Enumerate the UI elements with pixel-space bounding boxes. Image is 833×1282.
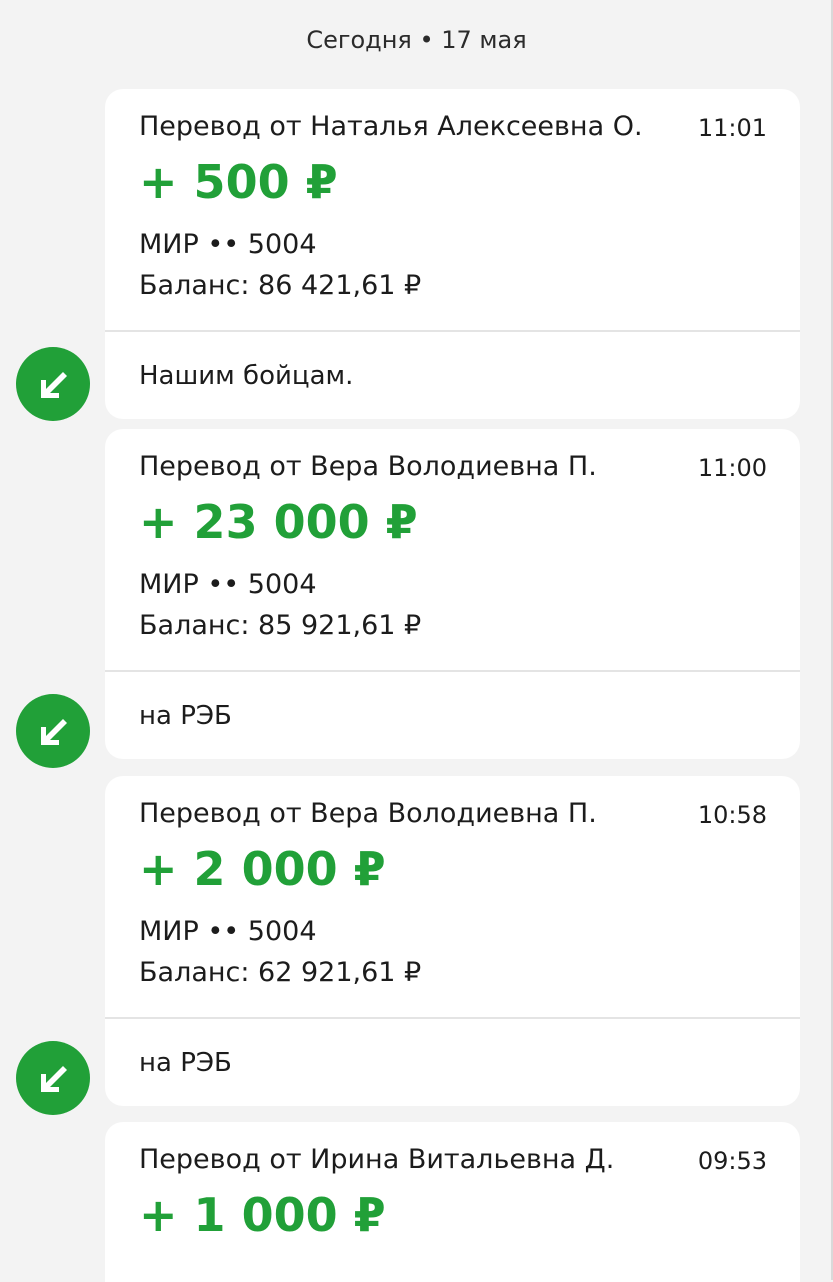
- transaction-details: Перевод от Ирина Витальевна Д. 09:53 + 1…: [105, 1122, 800, 1282]
- transaction-title: Перевод от Вера Володиевна П.: [139, 451, 597, 482]
- transaction-comment: Нашим бойцам.: [139, 360, 354, 391]
- transaction-time: 11:01: [697, 114, 767, 142]
- transaction-message[interactable]: Перевод от Ирина Витальевна Д. 09:53 + 1…: [105, 1122, 800, 1282]
- card-number: МИР •• 5004: [139, 916, 317, 947]
- account-balance: Баланс: 85 921,61 ₽: [139, 610, 422, 641]
- card-number: МИР •• 5004: [139, 569, 317, 600]
- transaction-amount: + 500 ₽: [139, 155, 338, 209]
- transaction-amount: + 2 000 ₽: [139, 842, 386, 896]
- arrow-down-left-icon: [16, 1041, 90, 1115]
- card-number: МИР •• 5004: [139, 229, 317, 260]
- transaction-title: Перевод от Наталья Алексеевна О.: [139, 111, 643, 142]
- transaction-message[interactable]: Перевод от Наталья Алексеевна О. 11:01 +…: [105, 89, 800, 419]
- transaction-message[interactable]: Перевод от Вера Володиевна П. 10:58 + 2 …: [105, 776, 800, 1106]
- transaction-title: Перевод от Вера Володиевна П.: [139, 798, 597, 829]
- transaction-details: Перевод от Вера Володиевна П. 10:58 + 2 …: [105, 776, 800, 1019]
- transaction-amount: + 23 000 ₽: [139, 495, 418, 549]
- transaction-message[interactable]: Перевод от Вера Володиевна П. 11:00 + 23…: [105, 429, 800, 759]
- transaction-details: Перевод от Наталья Алексеевна О. 11:01 +…: [105, 89, 800, 332]
- transaction-card[interactable]: Перевод от Вера Володиевна П. 10:58 + 2 …: [105, 776, 800, 1106]
- transaction-title: Перевод от Ирина Витальевна Д.: [139, 1144, 615, 1175]
- arrow-down-left-icon: [16, 347, 90, 421]
- transaction-amount: + 1 000 ₽: [139, 1188, 386, 1242]
- transaction-comment: на РЭБ: [139, 1047, 232, 1078]
- transaction-details: Перевод от Вера Володиевна П. 11:00 + 23…: [105, 429, 800, 672]
- transaction-card[interactable]: Перевод от Ирина Витальевна Д. 09:53 + 1…: [105, 1122, 800, 1282]
- transaction-time: 09:53: [697, 1147, 767, 1175]
- date-header: Сегодня • 17 мая: [306, 26, 527, 54]
- account-balance: Баланс: 86 421,61 ₽: [139, 270, 422, 301]
- arrow-down-left-icon: [16, 694, 90, 768]
- transaction-comment: на РЭБ: [139, 700, 232, 731]
- transaction-card[interactable]: Перевод от Наталья Алексеевна О. 11:01 +…: [105, 89, 800, 419]
- transaction-time: 11:00: [697, 454, 767, 482]
- account-balance: Баланс: 62 921,61 ₽: [139, 957, 422, 988]
- transaction-card[interactable]: Перевод от Вера Володиевна П. 11:00 + 23…: [105, 429, 800, 759]
- transaction-time: 10:58: [697, 801, 767, 829]
